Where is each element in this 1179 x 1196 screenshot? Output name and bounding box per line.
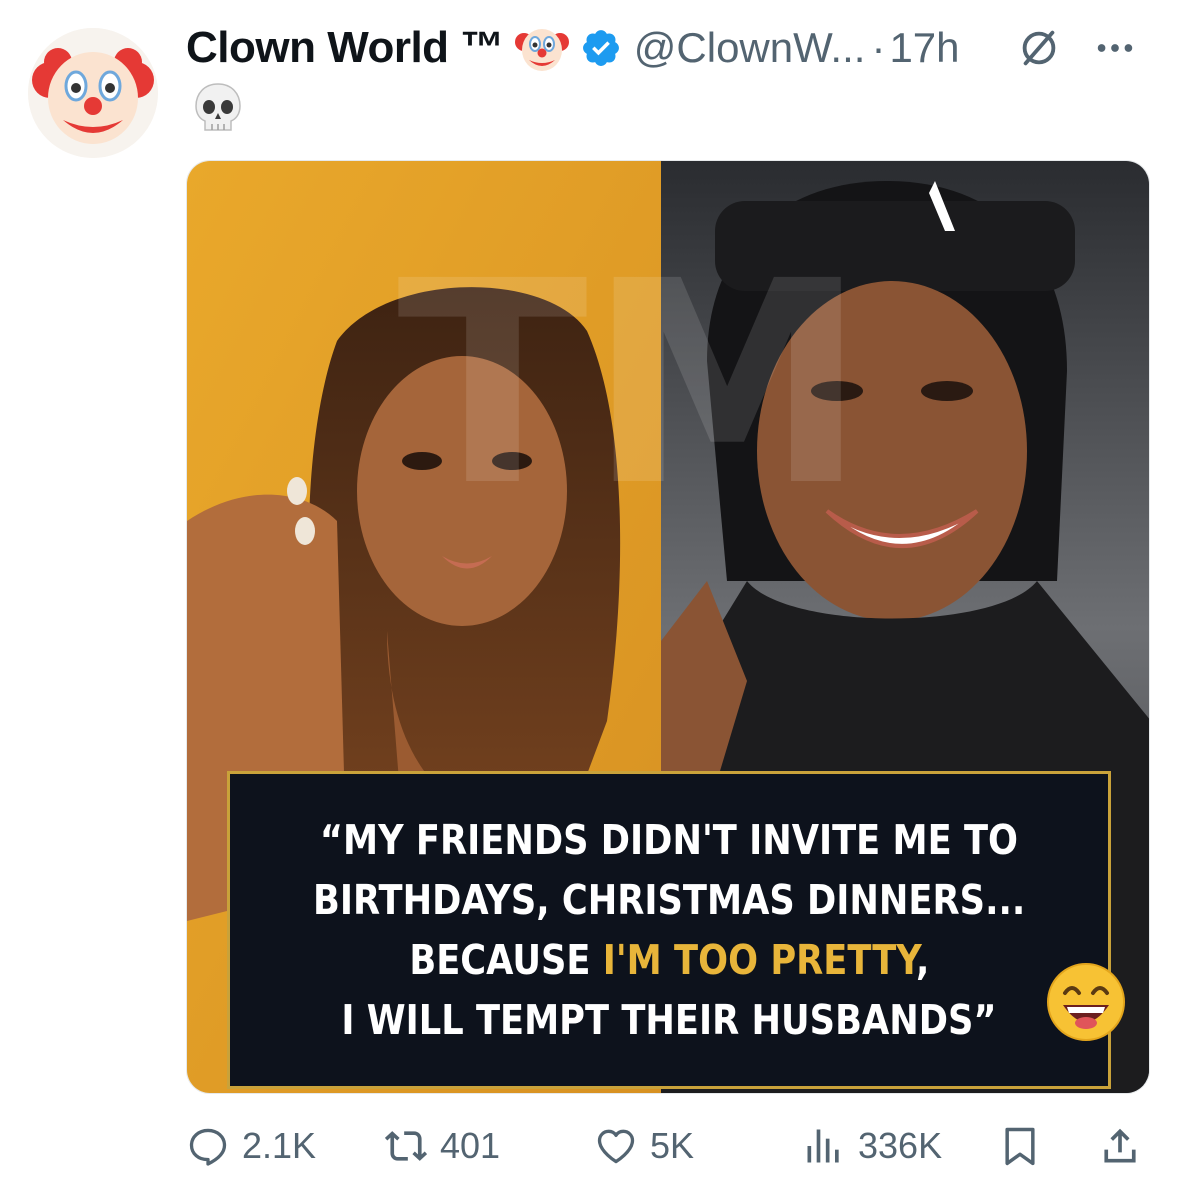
reply-button[interactable]: 2.1K: [186, 1116, 316, 1176]
grok-icon[interactable]: [1016, 25, 1062, 71]
views-count: 336K: [858, 1125, 943, 1166]
separator-dot: ·: [871, 24, 886, 71]
verified-badge-icon[interactable]: [580, 27, 622, 69]
caption-line-4: I WILL TEMPT THEIR HUSBANDS”: [341, 996, 997, 1044]
views-button[interactable]: 336K: [802, 1116, 942, 1176]
display-name[interactable]: Clown World ™: [186, 23, 504, 73]
views-icon: [807, 1129, 839, 1163]
tweet-header: Clown World ™ @ClownW... · 17h: [186, 18, 1149, 78]
clown-face-icon: [28, 28, 158, 158]
tweet-media-image[interactable]: TM “MY FRIENDS DIDN'T INVITE ME TO BIRTH…: [186, 160, 1150, 1094]
bookmark-button[interactable]: [998, 1116, 1042, 1176]
heart-icon: [597, 1129, 635, 1164]
skull-icon: [195, 83, 241, 131]
bookmark-icon: [1005, 1127, 1035, 1166]
more-options-icon[interactable]: [1092, 25, 1138, 71]
clown-face-icon: [514, 29, 569, 71]
timestamp[interactable]: 17h: [889, 24, 959, 72]
caption-line-2: BIRTHDAYS, CHRISTMAS DINNERS...: [312, 876, 1026, 924]
tweet: Clown World ™ @ClownW... · 17h TM “MY FR…: [0, 0, 1179, 1196]
repost-count: 401: [440, 1125, 501, 1166]
caption-box: “MY FRIENDS DIDN'T INVITE ME TO BIRTHDAY…: [227, 771, 1111, 1089]
grinning-squinting-face-icon: [1047, 963, 1125, 1041]
author-handle[interactable]: @ClownW...: [634, 24, 866, 72]
reply-icon: [189, 1128, 227, 1166]
caption-line-3: BECAUSE I'M TOO PRETTY,: [408, 936, 930, 984]
svg-text:TM: TM: [397, 222, 867, 548]
share-button[interactable]: [1098, 1116, 1142, 1176]
share-icon: [1104, 1128, 1136, 1163]
reply-count: 2.1K: [242, 1125, 317, 1166]
repost-icon: [384, 1131, 428, 1161]
repost-button[interactable]: 401: [384, 1116, 500, 1176]
caption-line-1: “MY FRIENDS DIDN'T INVITE ME TO: [319, 816, 1019, 864]
caption-highlight: I'M TOO PRETTY: [602, 936, 916, 984]
avatar[interactable]: [28, 28, 158, 158]
like-count: 5K: [650, 1125, 695, 1166]
like-button[interactable]: 5K: [594, 1116, 694, 1176]
action-bar: 2.1K 401 5K 336K: [186, 1116, 1150, 1176]
